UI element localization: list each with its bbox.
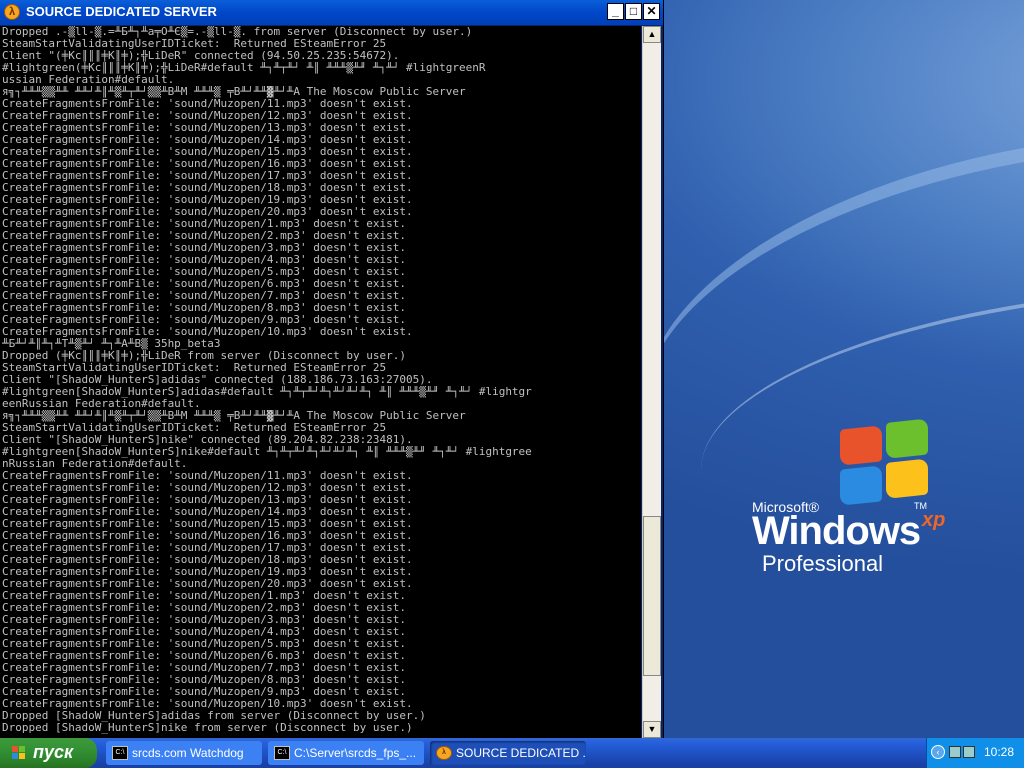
taskbar: пуск C:\ srcds.com Watchdog C:\ C:\Serve… (0, 738, 1024, 768)
taskbar-item-watchdog[interactable]: C:\ srcds.com Watchdog (106, 741, 262, 765)
console-line: CreateFragmentsFromFile: 'sound/Muzopen/… (2, 650, 406, 662)
start-label: пуск (33, 742, 74, 762)
console-line: CreateFragmentsFromFile: 'sound/Muzopen/… (2, 158, 413, 170)
taskbar-item-label: SOURCE DEDICATED ... (456, 746, 586, 760)
console-output[interactable]: Dropped .-▒ll-▒.=╨Б╨┐╨а╤О╨Є▒=.-▒ll-▒. fr… (0, 26, 641, 738)
console-icon: C:\ (112, 746, 128, 760)
console-line: CreateFragmentsFromFile: 'sound/Muzopen/… (2, 326, 413, 338)
logo-edition-text: Professional (762, 551, 884, 576)
system-tray: ‹ 10:28 (926, 738, 1024, 768)
console-line: CreateFragmentsFromFile: 'sound/Muzopen/… (2, 254, 406, 266)
console-line: CreateFragmentsFromFile: 'sound/Muzopen/… (2, 482, 413, 494)
half-life-icon: λ (436, 746, 452, 760)
console-line: ╨Б╨┘╨║╨┐╨Т╨▒╨┘ ╨┐╨А╨В▒ 35hp_beta3 (2, 338, 221, 350)
console-line: я╗┐╨╨╨▒▒╨╨ ╨╨┘╨║╨▒╨┬╨┘▒▒╨В╨М ╨╨╨▒ ╤В╨┘╨╨… (2, 410, 466, 422)
console-line: CreateFragmentsFromFile: 'sound/Muzopen/… (2, 266, 406, 278)
console-line: CreateFragmentsFromFile: 'sound/Muzopen/… (2, 662, 406, 674)
console-line: SteamStartValidatingUserIDTicket: Return… (2, 362, 387, 374)
logo-xp-text: xp (922, 509, 946, 531)
console-line: CreateFragmentsFromFile: 'sound/Muzopen/… (2, 674, 406, 686)
show-hidden-icons-icon[interactable]: ‹ (931, 745, 945, 759)
scroll-down-arrow-icon[interactable]: ▼ (643, 721, 661, 738)
console-line: CreateFragmentsFromFile: 'sound/Muzopen/… (2, 206, 413, 218)
console-line: CreateFragmentsFromFile: 'sound/Muzopen/… (2, 698, 413, 710)
console-line: CreateFragmentsFromFile: 'sound/Muzopen/… (2, 182, 413, 194)
network-icon[interactable] (949, 746, 961, 758)
console-line: CreateFragmentsFromFile: 'sound/Muzopen/… (2, 602, 406, 614)
console-line: CreateFragmentsFromFile: 'sound/Muzopen/… (2, 530, 413, 542)
console-line: CreateFragmentsFromFile: 'sound/Muzopen/… (2, 134, 413, 146)
console-line: CreateFragmentsFromFile: 'sound/Muzopen/… (2, 590, 406, 602)
taskbar-item-source-dedicated-server[interactable]: λ SOURCE DEDICATED ... (430, 741, 586, 765)
clock[interactable]: 10:28 (984, 745, 1014, 759)
console-line: CreateFragmentsFromFile: 'sound/Muzopen/… (2, 194, 413, 206)
console-line: CreateFragmentsFromFile: 'sound/Muzopen/… (2, 302, 406, 314)
scrollbar-thumb[interactable] (643, 516, 661, 676)
taskbar-item-label: srcds.com Watchdog (132, 746, 244, 760)
console-line: #lightgreen[ShadoW_HunterS]nike#default … (2, 446, 532, 458)
console-line: CreateFragmentsFromFile: 'sound/Muzopen/… (2, 110, 413, 122)
console-line: nRussian Federation#default. (2, 458, 188, 470)
close-button[interactable]: ✕ (643, 3, 660, 20)
console-line: CreateFragmentsFromFile: 'sound/Muzopen/… (2, 146, 413, 158)
console-line: CreateFragmentsFromFile: 'sound/Muzopen/… (2, 614, 406, 626)
console-line: CreateFragmentsFromFile: 'sound/Muzopen/… (2, 470, 413, 482)
console-line: Dropped .-▒ll-▒.=╨Б╨┐╨а╤О╨Є▒=.-▒ll-▒. fr… (2, 26, 473, 38)
console-line: CreateFragmentsFromFile: 'sound/Muzopen/… (2, 230, 406, 242)
console-line: SteamStartValidatingUserIDTicket: Return… (2, 422, 387, 434)
windows-xp-logo: Microsoft® Windows TM xp Professional (752, 418, 982, 585)
console-line: Client "[ShadoW_HunterS]nike" connected … (2, 434, 413, 446)
console-line: #lightgreen[ShadoW_HunterS]adidas#defaul… (2, 386, 532, 398)
console-line: CreateFragmentsFromFile: 'sound/Muzopen/… (2, 98, 413, 110)
console-line: CreateFragmentsFromFile: 'sound/Muzopen/… (2, 638, 406, 650)
console-line: CreateFragmentsFromFile: 'sound/Muzopen/… (2, 170, 413, 182)
console-line: CreateFragmentsFromFile: 'sound/Muzopen/… (2, 314, 406, 326)
window-titlebar[interactable]: λ SOURCE DEDICATED SERVER _ □ ✕ (0, 0, 663, 25)
console-line: CreateFragmentsFromFile: 'sound/Muzopen/… (2, 542, 413, 554)
windows-flag-icon (12, 746, 26, 760)
console-line: Client "[ShadoW_HunterS]adidas" connecte… (2, 374, 433, 386)
console-line: CreateFragmentsFromFile: 'sound/Muzopen/… (2, 218, 406, 230)
console-line: ussian Federation#default. (2, 74, 175, 86)
console-line: Dropped [ShadoW_HunterS]adidas from serv… (2, 710, 426, 722)
console-line: CreateFragmentsFromFile: 'sound/Muzopen/… (2, 290, 406, 302)
logo-windows-text: Windows (752, 509, 921, 553)
source-dedicated-server-window: λ SOURCE DEDICATED SERVER _ □ ✕ Dropped … (0, 0, 663, 738)
taskbar-item-srcds-cmd[interactable]: C:\ C:\Server\srcds_fps_... (268, 741, 424, 765)
console-line: CreateFragmentsFromFile: 'sound/Muzopen/… (2, 686, 406, 698)
console-line: SteamStartValidatingUserIDTicket: Return… (2, 38, 387, 50)
console-line: Client "(╪Kc║║║╪K║╪);╬LiDeR" connected (… (2, 50, 400, 62)
console-icon: C:\ (274, 746, 290, 760)
taskbar-item-label: C:\Server\srcds_fps_... (294, 746, 417, 760)
minimize-button[interactable]: _ (607, 3, 624, 20)
console-line: Dropped (╪Kc║║║╪K║╪);╬LiDeR from server … (2, 350, 406, 362)
console-line: я╗┐╨╨╨▒▒╨╨ ╨╨┘╨║╨▒╨┬╨┘▒▒╨В╨М ╨╨╨▒ ╤В╨┘╨╨… (2, 86, 466, 98)
console-line: CreateFragmentsFromFile: 'sound/Muzopen/… (2, 494, 413, 506)
console-line: CreateFragmentsFromFile: 'sound/Muzopen/… (2, 506, 413, 518)
console-line: Dropped [ShadoW_HunterS]nike from server… (2, 722, 413, 734)
console-line: CreateFragmentsFromFile: 'sound/Muzopen/… (2, 278, 406, 290)
start-button[interactable]: пуск (0, 738, 97, 768)
console-line: CreateFragmentsFromFile: 'sound/Muzopen/… (2, 518, 413, 530)
console-line: CreateFragmentsFromFile: 'sound/Muzopen/… (2, 626, 406, 638)
console-line: CreateFragmentsFromFile: 'sound/Muzopen/… (2, 554, 413, 566)
console-line: eenRussian Federation#default. (2, 398, 201, 410)
console-line: CreateFragmentsFromFile: 'sound/Muzopen/… (2, 566, 413, 578)
window-title: SOURCE DEDICATED SERVER (26, 4, 217, 19)
console-line: CreateFragmentsFromFile: 'sound/Muzopen/… (2, 578, 413, 590)
console-line: CreateFragmentsFromFile: 'sound/Muzopen/… (2, 242, 406, 254)
windows-flag-icon (840, 418, 930, 509)
scroll-up-arrow-icon[interactable]: ▲ (643, 26, 661, 43)
console-scrollbar[interactable]: ▲ ▼ (642, 26, 661, 738)
console-line: #lightgreen(╪Kc║║║╪K║╪);╬LiDeR#default ╨… (2, 62, 486, 74)
half-life-icon: λ (4, 4, 20, 20)
network-connection-icon[interactable] (963, 746, 975, 758)
maximize-button[interactable]: □ (625, 3, 642, 20)
console-line: CreateFragmentsFromFile: 'sound/Muzopen/… (2, 122, 413, 134)
